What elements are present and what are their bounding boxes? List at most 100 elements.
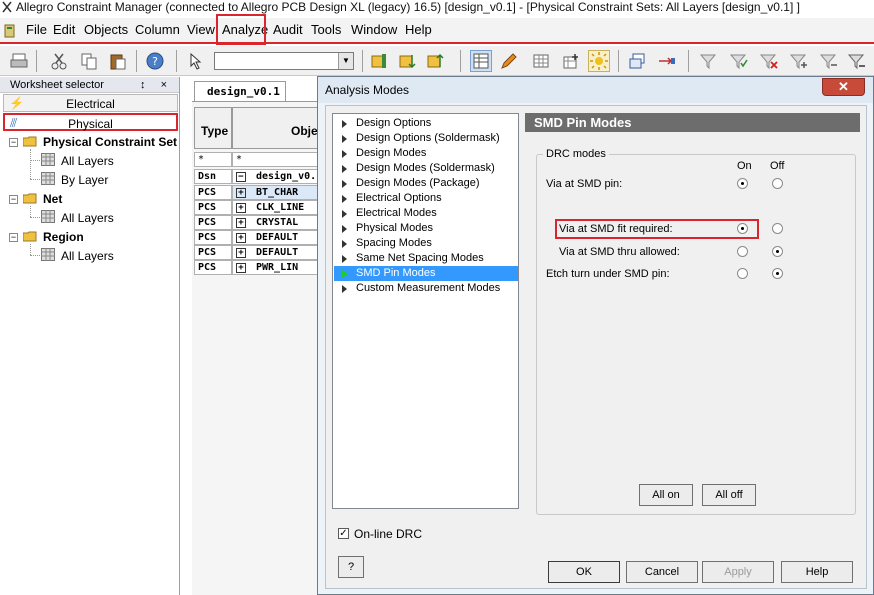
menu-tools[interactable]: Tools	[311, 22, 341, 37]
expand-arrow-icon	[342, 285, 347, 293]
dialog-body: Design Options Design Options (Soldermas…	[325, 105, 867, 589]
table-add-icon[interactable]	[560, 50, 582, 72]
ok-button[interactable]: OK	[548, 561, 620, 583]
tree-net[interactable]: Net	[43, 192, 62, 206]
column-header-objects[interactable]: Obje	[232, 107, 322, 149]
filter-all-icon[interactable]	[846, 50, 868, 72]
dialog-title: Analysis Modes	[325, 83, 410, 97]
category-design-modes-soldermask[interactable]: Design Modes (Soldermask)	[334, 161, 518, 176]
expand-icon[interactable]: +	[236, 233, 246, 243]
collapse-region-icon[interactable]: −	[9, 233, 18, 242]
menu-edit[interactable]: Edit	[53, 22, 75, 37]
menu-help[interactable]: Help	[405, 22, 432, 37]
filter-type[interactable]: *	[194, 152, 232, 167]
category-label: Custom Measurement Modes	[356, 282, 501, 294]
category-label: Design Options (Soldermask)	[356, 132, 500, 144]
online-drc-checkbox[interactable]: ✓	[338, 528, 349, 539]
all-off-button[interactable]: All off	[702, 484, 756, 506]
tree-pcs[interactable]: Physical Constraint Set	[43, 135, 177, 149]
filter-icon[interactable]	[698, 50, 720, 72]
expand-icon[interactable]: +	[236, 248, 246, 258]
table-icon[interactable]	[530, 50, 552, 72]
radio-via-fit-required-on[interactable]	[737, 223, 748, 234]
radio-via-thru-allowed-on[interactable]	[737, 246, 748, 257]
category-electrical-options[interactable]: Electrical Options	[334, 191, 518, 206]
menu-file[interactable]: File	[26, 22, 47, 37]
context-help-button[interactable]: ?	[338, 556, 364, 578]
expand-icon[interactable]: +	[236, 203, 246, 213]
collapse-pcs-icon[interactable]: −	[9, 138, 18, 147]
tab-physical[interactable]: ⫻ Physical	[3, 113, 178, 131]
row-type: PCS	[194, 200, 232, 215]
folder-down-icon[interactable]	[396, 50, 418, 72]
category-design-options-soldermask[interactable]: Design Options (Soldermask)	[334, 131, 518, 146]
folder-filter-icon[interactable]	[368, 50, 390, 72]
help-button[interactable]: Help	[781, 561, 853, 583]
category-same-net-spacing-modes[interactable]: Same Net Spacing Modes	[334, 251, 518, 266]
radio-etch-turn-off[interactable]	[772, 268, 783, 279]
category-design-options[interactable]: Design Options	[334, 116, 518, 131]
help-icon[interactable]: ?	[144, 50, 166, 72]
expand-icon[interactable]: +	[236, 218, 246, 228]
filter-objects[interactable]: *	[232, 152, 322, 167]
folder-icon	[23, 193, 37, 204]
filter-check-icon[interactable]	[728, 50, 750, 72]
category-electrical-modes[interactable]: Electrical Modes	[334, 206, 518, 221]
collapse-icon[interactable]: −	[236, 172, 246, 182]
menu-audit[interactable]: Audit	[273, 22, 303, 37]
expand-icon[interactable]: +	[236, 188, 246, 198]
filter-clear-icon[interactable]	[758, 50, 780, 72]
pointer-icon[interactable]	[184, 50, 206, 72]
tree-pcs-all-layers[interactable]: All Layers	[61, 154, 114, 168]
apply-button[interactable]: Apply	[702, 561, 774, 583]
print-icon[interactable]	[8, 50, 30, 72]
sun-icon[interactable]	[588, 50, 610, 72]
tree-region[interactable]: Region	[43, 230, 84, 244]
menu-column[interactable]: Column	[135, 22, 180, 37]
row-type: Dsn	[194, 169, 232, 184]
window-icon[interactable]	[626, 50, 648, 72]
tree-pcs-by-layer[interactable]: By Layer	[61, 173, 108, 187]
collapse-net-icon[interactable]: −	[9, 195, 18, 204]
pencil-icon[interactable]	[498, 50, 520, 72]
option-label: Via at SMD thru allowed:	[559, 246, 680, 258]
category-design-modes-package[interactable]: Design Modes (Package)	[334, 176, 518, 191]
category-custom-measurement-modes[interactable]: Custom Measurement Modes	[334, 281, 518, 296]
grid-view-icon[interactable]	[470, 50, 492, 72]
worksheet-grid-icon	[41, 153, 55, 166]
tree-region-all-layers[interactable]: All Layers	[61, 249, 114, 263]
all-on-button[interactable]: All on	[639, 484, 693, 506]
expand-icon[interactable]: +	[236, 263, 246, 273]
option-label: Etch turn under SMD pin:	[546, 268, 670, 280]
filter-plus-icon[interactable]	[788, 50, 810, 72]
cut-icon[interactable]	[48, 50, 70, 72]
close-icon[interactable]: ✕	[822, 78, 865, 96]
object-filter-combo[interactable]: ▼	[214, 52, 354, 70]
category-smd-pin-modes[interactable]: SMD Pin Modes	[334, 266, 518, 281]
menu-view[interactable]: View	[187, 22, 215, 37]
category-design-modes[interactable]: Design Modes	[334, 146, 518, 161]
tree-net-all-layers[interactable]: All Layers	[61, 211, 114, 225]
paste-icon[interactable]	[107, 50, 129, 72]
copy-icon[interactable]	[78, 50, 100, 72]
radio-etch-turn-on[interactable]	[737, 268, 748, 279]
folder-up-icon[interactable]	[424, 50, 446, 72]
tab-electrical[interactable]: ⚡ Electrical	[3, 94, 178, 112]
worksheet-tab[interactable]: design_v0.1	[194, 81, 286, 101]
radio-via-fit-required-off[interactable]	[772, 223, 783, 234]
cancel-button[interactable]: Cancel	[626, 561, 698, 583]
tab-electrical-label: Electrical	[66, 97, 115, 111]
category-spacing-modes[interactable]: Spacing Modes	[334, 236, 518, 251]
arrow-link-icon[interactable]	[656, 50, 678, 72]
chevron-down-icon[interactable]: ▼	[338, 53, 353, 69]
pin-close-icons[interactable]: ↕ ×	[140, 77, 173, 93]
filter-minus-icon[interactable]	[818, 50, 840, 72]
category-physical-modes[interactable]: Physical Modes	[334, 221, 518, 236]
category-list[interactable]: Design Options Design Options (Soldermas…	[332, 113, 519, 509]
radio-via-at-smd-pin-off[interactable]	[772, 178, 783, 189]
menu-objects[interactable]: Objects	[84, 22, 128, 37]
radio-via-thru-allowed-off[interactable]	[772, 246, 783, 257]
menu-window[interactable]: Window	[351, 22, 397, 37]
column-header-type[interactable]: Type	[194, 107, 232, 149]
radio-via-at-smd-pin-on[interactable]	[737, 178, 748, 189]
